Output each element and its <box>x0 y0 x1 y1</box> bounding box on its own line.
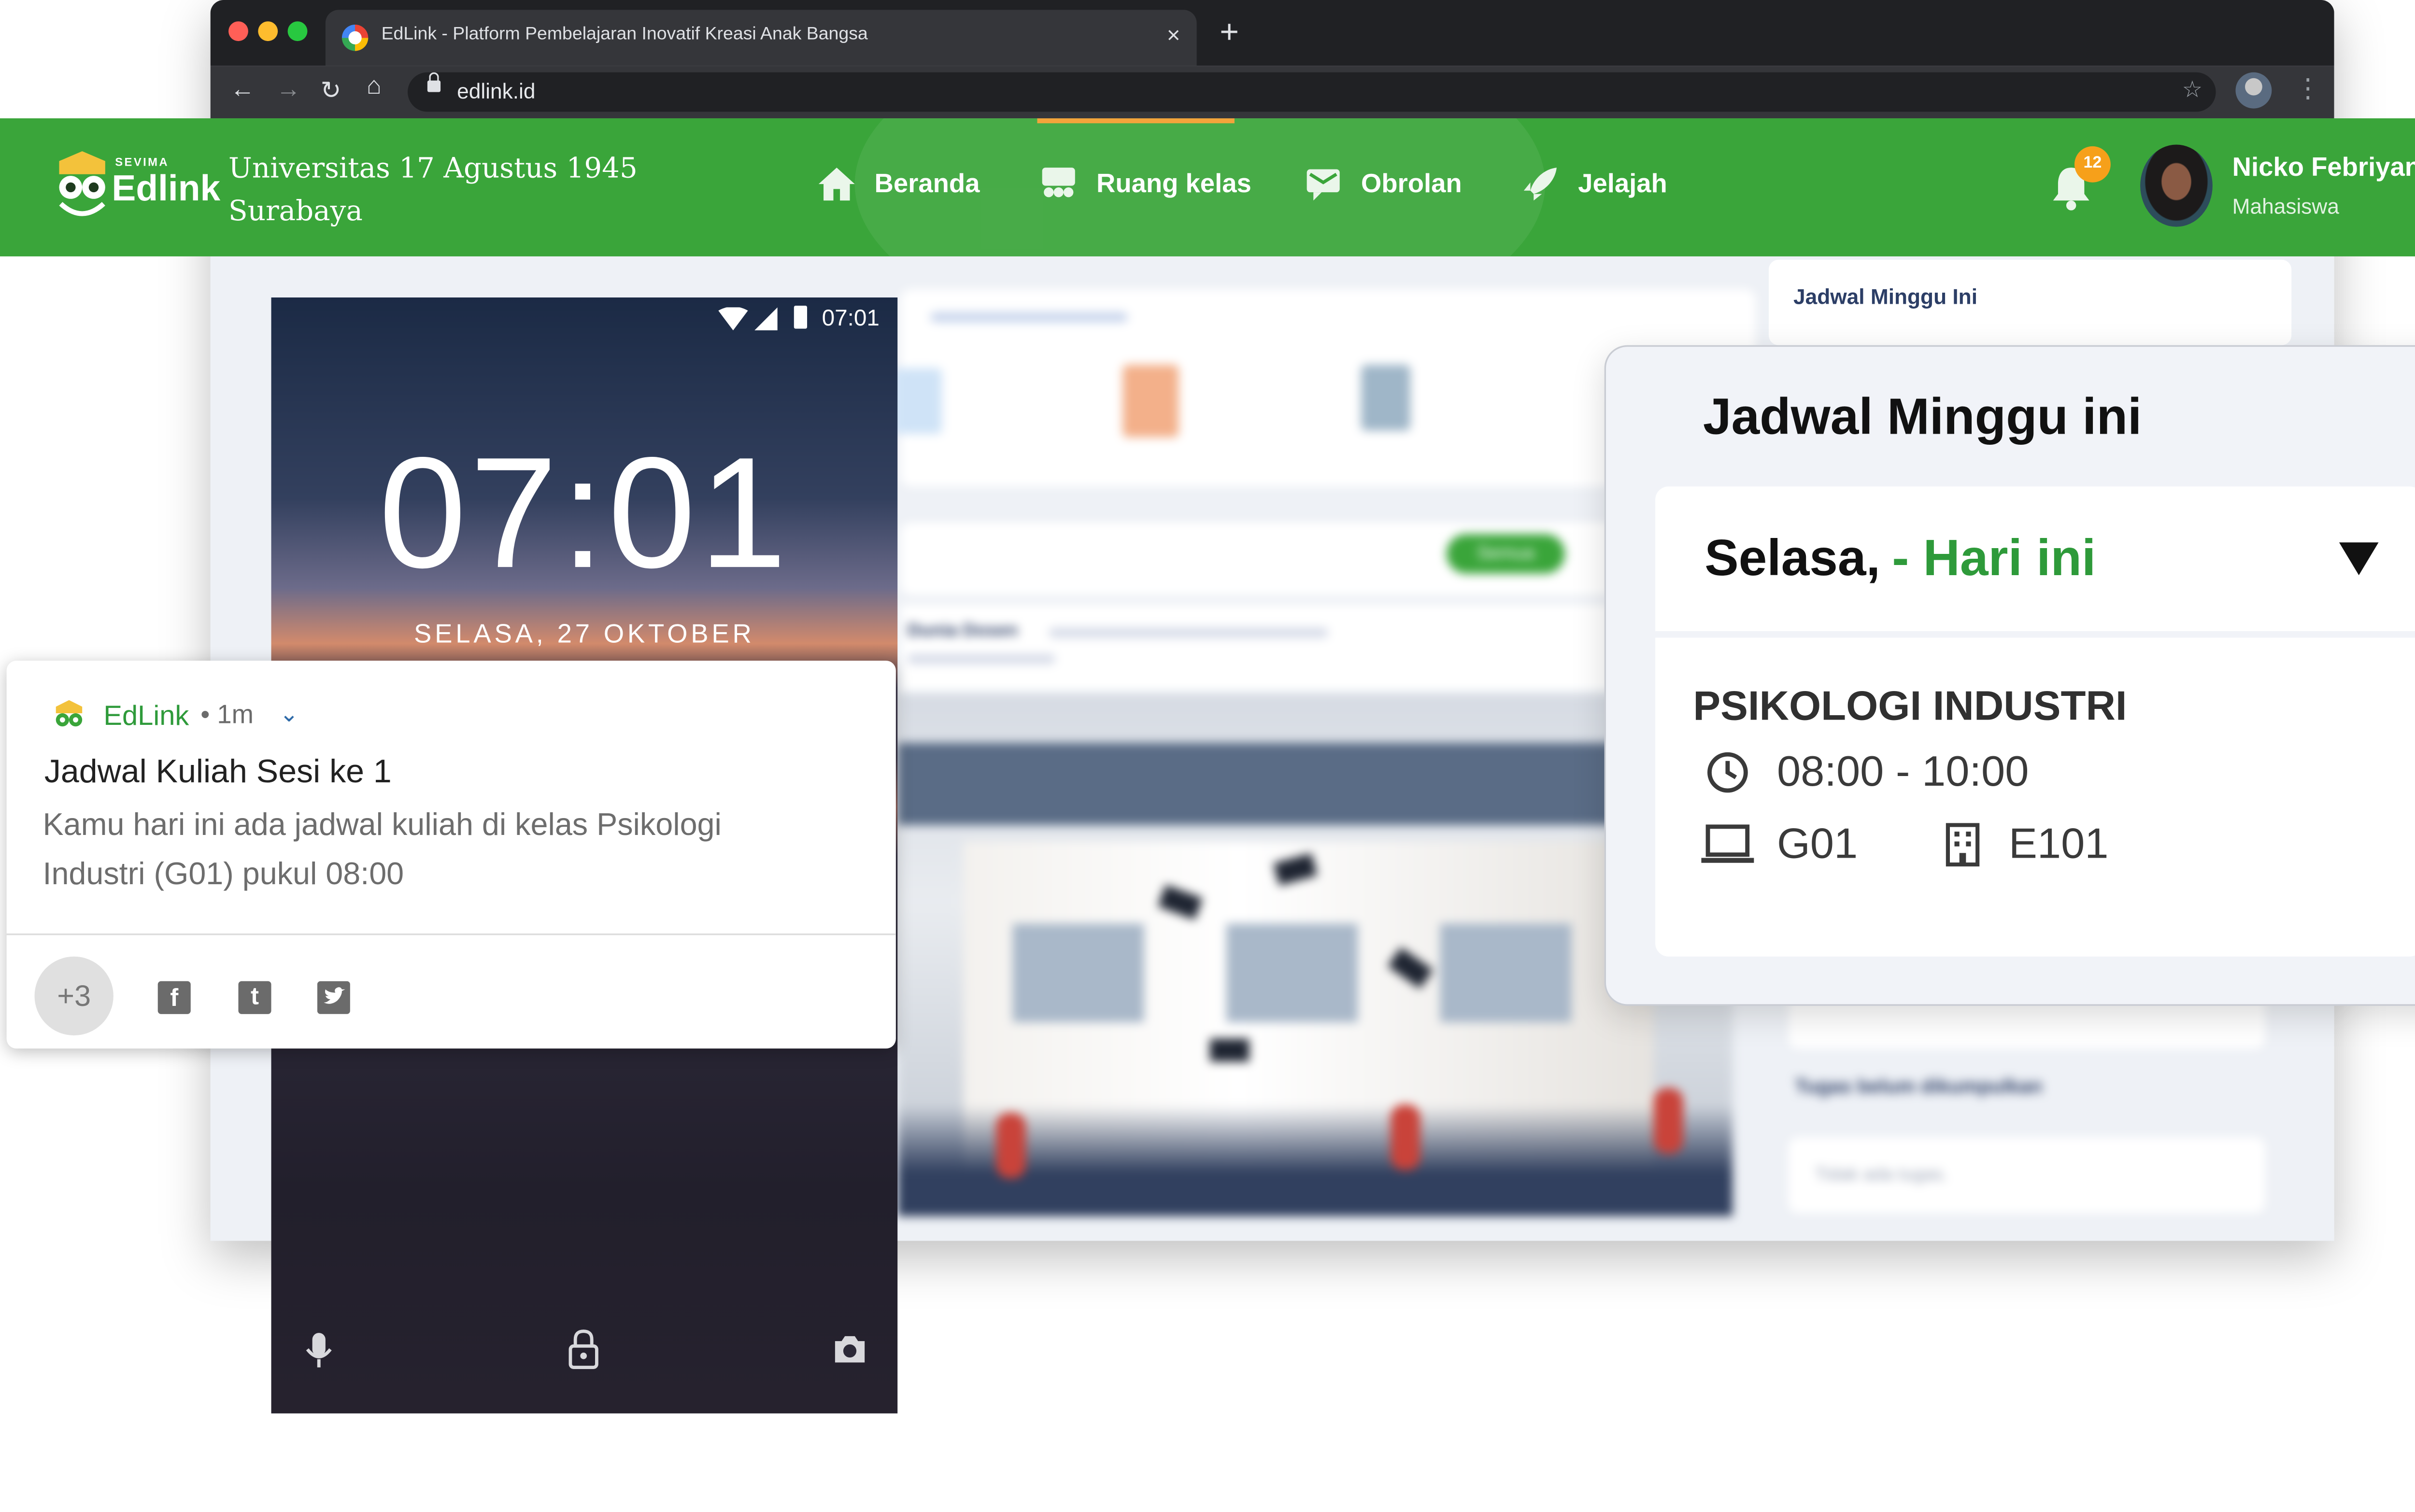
dropdown-caret-icon[interactable] <box>2339 542 2379 576</box>
university-name: Universitas 17 Agustus 1945 Surabaya <box>228 148 638 233</box>
course-name: PSIKOLOGI INDUSTRI <box>1693 683 2127 730</box>
nav-ruang-kelas[interactable]: Ruang kelas <box>1096 171 1251 200</box>
clock-icon <box>1707 752 1748 793</box>
push-notification[interactable]: EdLink • 1m ⌄ Jadwal Kuliah Sesi ke 1 Ka… <box>6 661 896 1049</box>
user-role: Mahasiswa <box>2232 194 2340 219</box>
new-tab-button[interactable]: + <box>1220 13 1239 53</box>
nav-jelajah[interactable]: Jelajah <box>1578 171 1667 200</box>
edlink-owl-logo-icon <box>59 151 105 216</box>
chat-icon <box>1307 169 1340 201</box>
sidebar-task-empty: Tidak ada tugas. <box>1815 1165 1948 1185</box>
notification-time: • 1m <box>200 702 254 730</box>
microphone-icon[interactable] <box>306 1331 332 1371</box>
forward-icon[interactable]: → <box>276 76 301 104</box>
maximize-window-button[interactable] <box>287 21 308 42</box>
lock-date: SELASA, 27 OKTOBER <box>414 621 755 650</box>
course-time: 08:00 - 10:00 <box>1776 746 2029 796</box>
facebook-icon[interactable]: f <box>157 981 191 1014</box>
schedule-title: Jadwal Minggu ini <box>1703 388 2142 446</box>
notification-divider <box>6 933 896 935</box>
sidebar-task-card: Tidak ada tugas. <box>1788 1137 2265 1213</box>
notification-title: Jadwal Kuliah Sesi ke 1 <box>44 754 392 791</box>
address-bar[interactable]: edlink.id ☆ <box>408 72 2216 112</box>
address-url[interactable]: edlink.id <box>457 79 535 103</box>
bookmark-star-icon[interactable]: ☆ <box>2182 76 2203 104</box>
tab-close-icon[interactable]: × <box>1167 21 1180 47</box>
edlink-app-icon <box>56 700 83 727</box>
lock-icon <box>427 72 441 92</box>
reload-icon[interactable]: ↻ <box>321 76 341 105</box>
filter-chip[interactable]: Semua <box>1446 534 1565 574</box>
notification-count-badge: 12 <box>2074 146 2111 183</box>
scene: EdLink - Platform Pembelajaran Inovatif … <box>0 0 2415 1512</box>
weekly-schedule-sidebar-card: Jadwal Minggu Ini <box>1768 259 2292 345</box>
twitter-icon[interactable] <box>317 981 350 1014</box>
today-label: - Hari ini <box>1892 529 2096 587</box>
sidebar-task-title: Tugas belum dikumpulkan <box>1795 1074 2043 1098</box>
home-icon <box>818 168 855 201</box>
university-line2: Surabaya <box>228 195 363 229</box>
google-favicon-icon <box>341 25 369 51</box>
notification-body: Kamu hari ini ada jadwal kuliah di kelas… <box>43 808 722 892</box>
wifi-icon <box>718 307 748 331</box>
schedule-detail: PSIKOLOGI INDUSTRI 08:00 - 10:00 G01 E10… <box>1655 637 2415 957</box>
brand-name[interactable]: Edlink <box>112 168 220 210</box>
expand-chevron-icon[interactable]: ⌄ <box>280 700 299 728</box>
nav-beranda[interactable]: Beranda <box>875 171 980 200</box>
nav-obrolan[interactable]: Obrolan <box>1361 171 1462 200</box>
day-selector[interactable]: Selasa, - Hari ini <box>1655 486 2415 631</box>
post-author: Dunia Dosen <box>907 621 1018 641</box>
close-window-button[interactable] <box>228 21 248 42</box>
lock-icon[interactable] <box>567 1328 600 1371</box>
home-icon[interactable]: ⌂ <box>367 72 382 100</box>
weekly-schedule-sidebar-title: Jadwal Minggu Ini <box>1793 284 1978 309</box>
browser-toolbar: ← → ↻ ⌂ edlink.id ☆ ⋮ <box>210 66 2334 119</box>
classroom-icon <box>1042 168 1075 198</box>
camera-icon[interactable] <box>832 1333 868 1366</box>
browser-profile-avatar[interactable] <box>2235 72 2272 109</box>
user-avatar[interactable] <box>2140 144 2213 227</box>
tab-bar: EdLink - Platform Pembelajaran Inovatif … <box>210 0 2334 66</box>
status-bar-time: 07:01 <box>822 304 880 331</box>
room-code: E101 <box>2008 818 2109 868</box>
active-nav-indicator <box>1037 118 1235 124</box>
battery-icon <box>794 306 808 329</box>
lock-clock: 07:01 <box>379 425 790 602</box>
notification-app-name: EdLink <box>103 700 189 732</box>
laptop-icon <box>1701 824 1754 863</box>
tumblr-icon[interactable]: t <box>238 981 271 1014</box>
class-code: G01 <box>1776 818 1858 868</box>
browser-menu-icon[interactable]: ⋮ <box>2295 72 2321 105</box>
browser-tab[interactable]: EdLink - Platform Pembelajaran Inovatif … <box>325 10 1197 66</box>
signal-icon <box>754 307 778 331</box>
user-name[interactable]: Nicko Febriyanto <box>2232 155 2415 184</box>
minimize-window-button[interactable] <box>258 21 278 42</box>
rocket-icon <box>1523 168 1557 201</box>
building-icon <box>1946 823 1980 867</box>
university-line1: Universitas 17 Agustus 1945 <box>228 153 638 186</box>
tab-title: EdLink - Platform Pembelajaran Inovatif … <box>381 25 868 44</box>
back-icon[interactable]: ← <box>230 76 255 104</box>
selected-day: Selasa, <box>1705 529 1880 587</box>
more-notifications-count[interactable]: +3 <box>34 956 114 1036</box>
